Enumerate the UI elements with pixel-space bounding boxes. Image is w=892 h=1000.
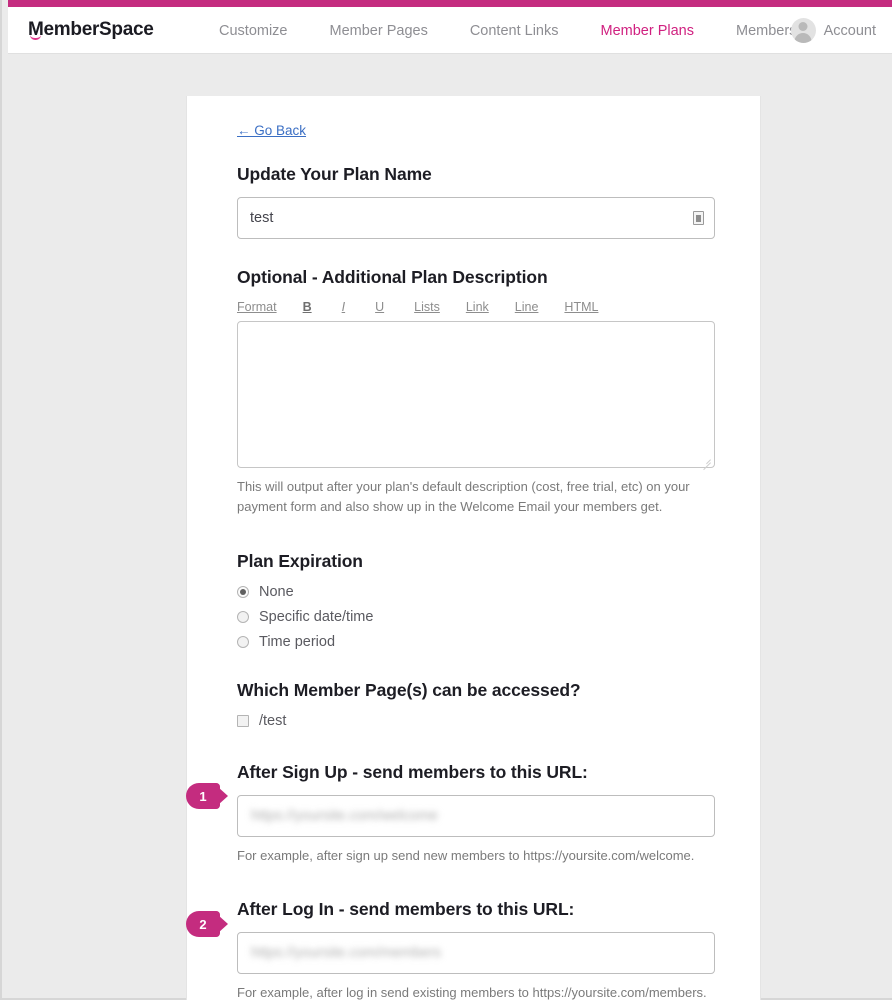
- plan-name-input[interactable]: test: [237, 197, 715, 239]
- brand-accent-bar: [8, 0, 892, 7]
- plan-description-help: This will output after your plan's defau…: [237, 479, 690, 515]
- logo-suffix: emberSpace: [43, 19, 154, 40]
- toolbar-underline-button[interactable]: U: [375, 300, 384, 314]
- radio-icon-time-period[interactable]: [237, 636, 249, 649]
- nav-item-content-links[interactable]: Content Links: [449, 23, 580, 39]
- account-label: Account: [823, 22, 876, 39]
- primary-nav: Customize Member Pages Content Links Mem…: [198, 7, 817, 54]
- resize-handle-icon[interactable]: [700, 453, 712, 471]
- toolbar-format-button[interactable]: Format: [237, 300, 277, 314]
- plan-edit-card: ← Go Back Update Your Plan Name test Opt…: [186, 96, 761, 1000]
- toolbar-line-button[interactable]: Line: [515, 300, 539, 314]
- nav-item-member-plans[interactable]: Member Plans: [580, 23, 715, 39]
- logo-m-glyph: M: [28, 19, 44, 41]
- toolbar-bold-button[interactable]: B: [303, 300, 312, 314]
- callout-marker-2: 2: [186, 911, 220, 937]
- app-header: MemberSpace Customize Member Pages Conte…: [8, 7, 892, 54]
- nav-item-customize[interactable]: Customize: [198, 23, 309, 39]
- form-autofill-icon[interactable]: [693, 211, 704, 225]
- app-logo[interactable]: MemberSpace: [28, 19, 154, 41]
- after-sign-up-title: After Sign Up - send members to this URL…: [237, 762, 588, 783]
- checkbox-label-test-page: /test: [259, 713, 287, 730]
- member-pages-section: Which Member Page(s) can be accessed? /t…: [237, 680, 712, 729]
- radio-label-none: None: [259, 584, 294, 601]
- plan-description-title: Optional - Additional Plan Description: [237, 267, 548, 287]
- radio-icon-specific-date[interactable]: [237, 611, 249, 624]
- radio-label-specific-date: Specific date/time: [259, 609, 374, 626]
- account-menu[interactable]: Account: [790, 7, 876, 54]
- plan-name-title: Update Your Plan Name: [237, 164, 432, 184]
- after-log-in-title: After Log In - send members to this URL:: [237, 899, 575, 920]
- radio-icon-none[interactable]: [237, 586, 249, 599]
- checkbox-icon-test-page[interactable]: [237, 715, 249, 728]
- page-root: MemberSpace Customize Member Pages Conte…: [0, 0, 892, 1000]
- nav-item-member-pages[interactable]: Member Pages: [309, 23, 449, 39]
- rich-text-toolbar: Format B I U Lists Link Line HTML: [237, 300, 712, 314]
- member-pages-title: Which Member Page(s) can be accessed?: [237, 680, 581, 701]
- radio-option-time-period[interactable]: Time period: [237, 634, 712, 650]
- callout-marker-1: 1: [186, 783, 220, 809]
- avatar-icon: [790, 18, 816, 43]
- radio-option-none[interactable]: None: [237, 584, 712, 600]
- toolbar-html-button[interactable]: HTML: [564, 300, 598, 314]
- after-log-in-input[interactable]: https://yoursite.com/members: [237, 932, 715, 975]
- after-sign-up-input[interactable]: https://yoursite.com/welcome: [237, 795, 715, 838]
- toolbar-italic-button[interactable]: I: [342, 300, 345, 314]
- checkbox-option-test-page[interactable]: /test: [237, 713, 712, 729]
- after-sign-up-section: After Sign Up - send members to this URL…: [237, 762, 715, 866]
- radio-label-time-period: Time period: [259, 634, 336, 651]
- plan-description-textarea[interactable]: [237, 321, 715, 471]
- plan-expiration-title: Plan Expiration: [237, 551, 363, 572]
- after-sign-up-value: https://yoursite.com/welcome: [251, 808, 438, 825]
- plan-expiration-section: Plan Expiration None Specific date/time …: [237, 551, 712, 650]
- after-log-in-help: For example, after log in send existing …: [237, 985, 707, 1000]
- toolbar-lists-button[interactable]: Lists: [414, 300, 440, 314]
- after-log-in-value: https://yoursite.com/members: [251, 945, 442, 962]
- toolbar-link-button[interactable]: Link: [466, 300, 489, 314]
- after-log-in-section: After Log In - send members to this URL:…: [237, 899, 715, 1000]
- plan-name-value: test: [250, 210, 274, 226]
- go-back-link[interactable]: ← Go Back: [237, 123, 306, 138]
- after-sign-up-help: For example, after sign up send new memb…: [237, 848, 695, 864]
- radio-option-specific-date[interactable]: Specific date/time: [237, 609, 712, 625]
